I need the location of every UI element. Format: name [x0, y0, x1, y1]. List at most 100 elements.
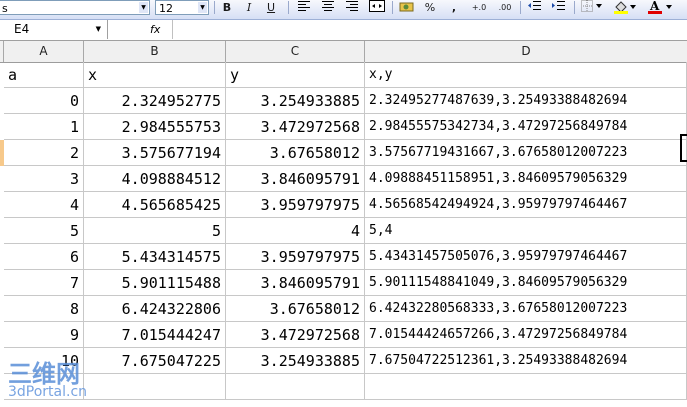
cell-a[interactable]: 5: [4, 218, 84, 244]
font-name-combo[interactable]: s ▼: [0, 0, 150, 15]
chevron-down-icon[interactable]: ▼: [139, 2, 148, 13]
cell-y[interactable]: 3.254933885: [226, 348, 365, 374]
font-name-value: s: [2, 2, 8, 15]
cell-y[interactable]: 3.254933885: [226, 88, 365, 114]
align-left-icon[interactable]: [296, 0, 312, 15]
cell-x[interactable]: 5: [84, 218, 226, 244]
percent-button[interactable]: %: [422, 0, 438, 15]
watermark-line-2: 3dPortal.cn: [8, 384, 88, 400]
cell-xy[interactable]: 5,4: [365, 218, 687, 244]
increase-decimal-button[interactable]: +.0: [468, 0, 490, 15]
column-header-c[interactable]: C: [226, 41, 365, 62]
cell-y[interactable]: [226, 374, 365, 400]
cell-a[interactable]: 9: [4, 322, 84, 348]
cell-x[interactable]: 2.984555753: [84, 114, 226, 140]
cell-xy[interactable]: x,y: [365, 62, 687, 88]
table-row: 4 4.565685425 3.959797975 4.56568542494924,…: [0, 192, 687, 218]
cell-y[interactable]: y: [226, 62, 365, 88]
cell-x[interactable]: 7.015444247: [84, 322, 226, 348]
column-header-a[interactable]: A: [4, 41, 84, 62]
italic-button[interactable]: I: [242, 0, 256, 15]
cell-x[interactable]: 4.565685425: [84, 192, 226, 218]
table-row: 7 5.901115488 3.846095791 5.90111548841049,…: [0, 270, 687, 296]
table-row: 9 7.015444247 3.472972568 7.01544424657266,…: [0, 322, 687, 348]
cell-x[interactable]: 4.098884512: [84, 166, 226, 192]
cell-a[interactable]: 7: [4, 270, 84, 296]
name-box-value: E4: [14, 22, 30, 36]
font-size-combo[interactable]: 12 ▼: [155, 0, 209, 15]
cell-x[interactable]: 3.575677194: [84, 140, 226, 166]
table-row: 8 6.424322806 3.67658012 6.42432280568333,3…: [0, 296, 687, 322]
table-row: 2 3.575677194 3.67658012 3.57567719431667,3…: [0, 140, 687, 166]
cell-x[interactable]: 6.424322806: [84, 296, 226, 322]
cell-y[interactable]: 3.472972568: [226, 114, 365, 140]
table-row: 1 2.984555753 3.472972568 2.98455575342734,…: [0, 114, 687, 140]
cell-xy[interactable]: 4.56568542494924,3.95979797464467: [365, 192, 687, 218]
cell-y[interactable]: 3.959797975: [226, 244, 365, 270]
formatting-toolbar: s ▼ 12 ▼ B I U % , +.0 .00 A: [0, 0, 687, 20]
cell-selection-cursor: [680, 134, 687, 162]
decrease-indent-icon[interactable]: [526, 0, 542, 15]
cell-a[interactable]: a: [4, 62, 84, 88]
cell-a[interactable]: 1: [4, 114, 84, 140]
merge-center-icon[interactable]: [368, 0, 386, 15]
cell-a[interactable]: 8: [4, 296, 84, 322]
cell-xy[interactable]: 7.67504722512361,3.25493388482694: [365, 348, 687, 374]
table-row: 3 4.098884512 3.846095791 4.09888451158951,…: [0, 166, 687, 192]
font-color-icon[interactable]: A: [646, 0, 674, 15]
cell-xy[interactable]: 2.32495277487639,3.25493388482694: [365, 88, 687, 114]
cell-y[interactable]: 4: [226, 218, 365, 244]
cell-x[interactable]: x: [84, 62, 226, 88]
cell-xy[interactable]: 7.01544424657266,3.47297256849784: [365, 322, 687, 348]
cell-a[interactable]: 0: [4, 88, 84, 114]
align-right-icon[interactable]: [344, 0, 360, 15]
toolbar-separator: [520, 1, 521, 14]
cell-a[interactable]: 3: [4, 166, 84, 192]
cell-y[interactable]: 3.67658012: [226, 296, 365, 322]
comma-style-button[interactable]: ,: [448, 0, 460, 15]
formula-bar: E4 ▼ fx: [0, 20, 687, 41]
toolbar-separator: [288, 1, 289, 14]
bold-button[interactable]: B: [220, 0, 234, 15]
chevron-down-icon[interactable]: ▼: [96, 20, 101, 39]
currency-icon[interactable]: [398, 0, 416, 15]
fill-color-icon[interactable]: [612, 0, 638, 15]
name-box[interactable]: E4 ▼: [0, 20, 108, 39]
borders-icon[interactable]: [580, 0, 604, 15]
column-header-d[interactable]: D: [365, 41, 687, 62]
cell-y[interactable]: 3.846095791: [226, 270, 365, 296]
increase-indent-icon[interactable]: [550, 0, 566, 15]
font-size-value: 12: [159, 2, 173, 15]
cell-xy[interactable]: 3.57567719431667,3.67658012007223: [365, 140, 687, 166]
cell-xy[interactable]: 6.42432280568333,3.67658012007223: [365, 296, 687, 322]
column-header-b[interactable]: B: [84, 41, 226, 62]
cell-xy[interactable]: 2.98455575342734,3.47297256849784: [365, 114, 687, 140]
column-headers: A B C D: [0, 41, 687, 63]
cell-xy[interactable]: 4.09888451158951,3.84609579056329: [365, 166, 687, 192]
underline-button[interactable]: U: [264, 0, 278, 15]
align-center-icon[interactable]: [320, 0, 336, 15]
cell-x[interactable]: 5.901115488: [84, 270, 226, 296]
cell-y[interactable]: 3.67658012: [226, 140, 365, 166]
toolbar-separator: [574, 1, 575, 14]
toolbar-separator: [214, 1, 215, 14]
table-row: 6 5.434314575 3.959797975 5.43431457505076,…: [0, 244, 687, 270]
cell-xy[interactable]: 5.43431457505076,3.95979797464467: [365, 244, 687, 270]
watermark-logo: 三维网 3dPortal.cn: [2, 354, 112, 404]
cell-a[interactable]: 4: [4, 192, 84, 218]
cell-xy[interactable]: [365, 374, 687, 400]
cell-x[interactable]: 5.434314575: [84, 244, 226, 270]
cell-y[interactable]: 3.846095791: [226, 166, 365, 192]
cell-y[interactable]: 3.959797975: [226, 192, 365, 218]
chevron-down-icon[interactable]: ▼: [198, 2, 207, 13]
decrease-decimal-button[interactable]: .00: [494, 0, 516, 15]
cell-a[interactable]: 6: [4, 244, 84, 270]
toolbar-separator: [392, 1, 393, 14]
cell-xy[interactable]: 5.90111548841049,3.84609579056329: [365, 270, 687, 296]
cell-a[interactable]: 2: [4, 140, 84, 166]
cell-x[interactable]: 2.324952775: [84, 88, 226, 114]
cell-y[interactable]: 3.472972568: [226, 322, 365, 348]
table-row: 0 2.324952775 3.254933885 2.32495277487639,…: [0, 88, 687, 114]
fx-icon[interactable]: fx: [150, 20, 160, 39]
formula-input[interactable]: [172, 20, 687, 39]
